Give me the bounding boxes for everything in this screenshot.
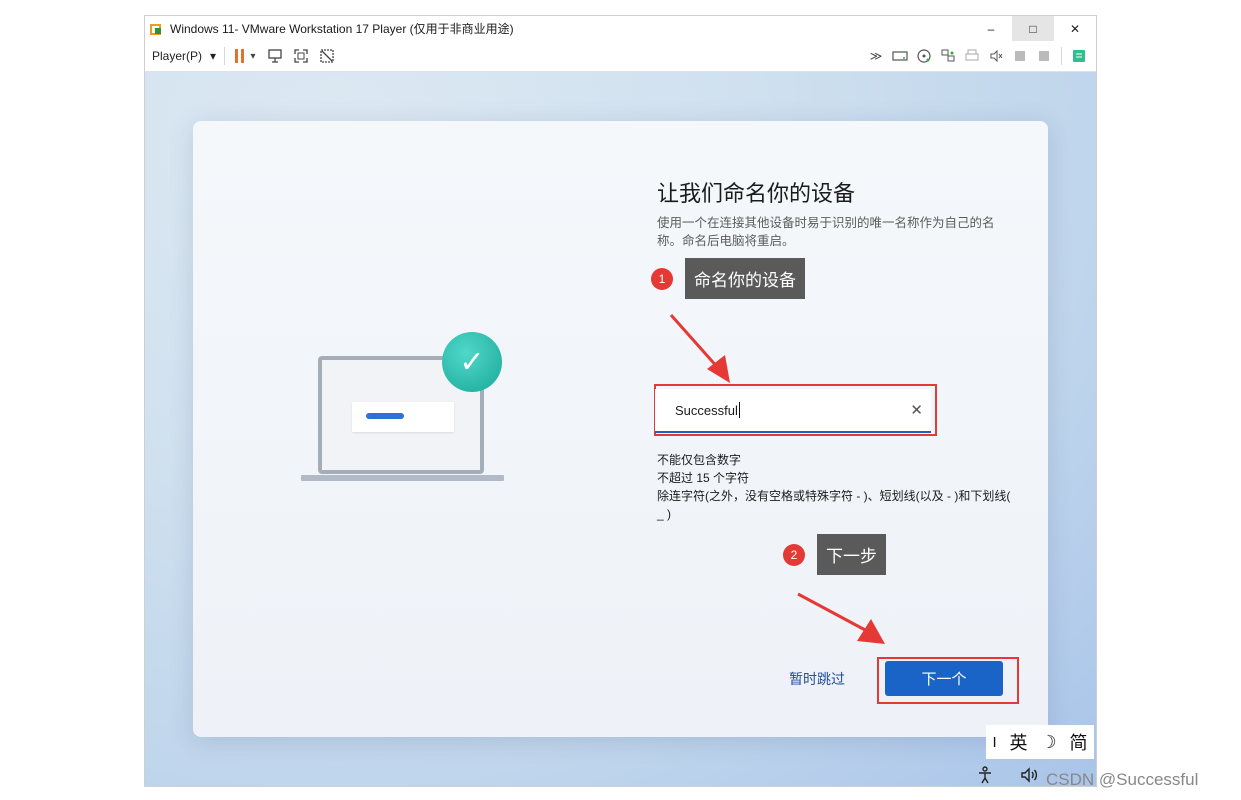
window-controls: – □ ✕	[970, 16, 1096, 41]
pause-icon[interactable]	[235, 49, 245, 63]
clear-input-icon[interactable]: ✕	[910, 401, 923, 419]
rule-item: 除连字符(之外，没有空格或特殊字符 - )、短划线(以及 - )和下划线( _ …	[657, 489, 1011, 521]
laptop-base	[301, 475, 504, 481]
cd-dvd-icon[interactable]	[913, 47, 935, 65]
player-menu-button[interactable]: Player(P) ▾	[152, 49, 216, 63]
notes-icon[interactable]	[1068, 47, 1090, 65]
device-name-value: Successful	[675, 402, 738, 418]
more-devices-icon[interactable]: ≫	[865, 47, 887, 65]
checkmark-icon: ✓	[442, 332, 502, 392]
ime-language-toggle[interactable]: 英	[1010, 729, 1028, 755]
callout-label: 下一步	[817, 534, 886, 575]
chevron-down-icon: ▾	[210, 49, 217, 63]
accessibility-icon[interactable]	[976, 766, 994, 786]
usb-device-icon[interactable]	[1009, 47, 1031, 65]
hard-disk-icon[interactable]	[889, 47, 911, 65]
rule-item: 不能仅包含数字	[657, 453, 742, 467]
usb-device-2-icon[interactable]	[1033, 47, 1055, 65]
window-title: Windows 11- VMware Workstation 17 Player…	[170, 22, 514, 36]
callout-label: 命名你的设备	[685, 258, 805, 299]
fullscreen-icon[interactable]	[292, 47, 310, 65]
minimize-button[interactable]: –	[970, 16, 1012, 41]
player-menu-label: Player(P)	[152, 49, 203, 63]
callout-2: 2 下一步	[783, 534, 886, 575]
player-toolbar: Player(P) ▾ ▾ ≫	[145, 41, 1096, 72]
dialog-card-graphic	[352, 402, 454, 432]
printer-icon[interactable]	[961, 47, 983, 65]
maximize-button[interactable]: □	[1012, 16, 1054, 41]
network-adapter-icon[interactable]	[937, 47, 959, 65]
callout-number: 2	[783, 543, 805, 566]
arrow-annotation-1	[669, 314, 730, 383]
close-button[interactable]: ✕	[1054, 16, 1096, 41]
callout-1: 1 命名你的设备	[651, 258, 805, 299]
csdn-watermark: CSDN @Successful	[1046, 770, 1199, 789]
arrow-annotation-2	[797, 592, 885, 644]
text-caret	[738, 402, 740, 418]
volume-icon[interactable]	[1019, 766, 1039, 786]
device-status-icons: ≫	[865, 41, 1090, 71]
laptop-illustration: ✓	[301, 332, 511, 501]
title-bar: Windows 11- VMware Workstation 17 Player…	[145, 16, 1096, 41]
pause-dropdown-icon[interactable]: ▾	[248, 47, 258, 65]
vmware-logo-icon	[150, 22, 164, 36]
rule-item: 不超过 15 个字符	[657, 471, 750, 485]
page-title: 让我们命名你的设备	[657, 181, 856, 206]
unity-mode-icon[interactable]	[318, 47, 336, 65]
page-description: 使用一个在连接其他设备时易于识别的唯一名称作为自己的名称。命名后电脑将重启。	[657, 216, 995, 248]
ime-cursor-indicator: I	[992, 733, 997, 751]
skip-link[interactable]: 暂时跳过	[789, 669, 845, 689]
next-button[interactable]: 下一个	[885, 661, 1003, 696]
callout-number: 1	[651, 267, 673, 290]
sound-card-icon[interactable]	[985, 47, 1007, 65]
send-ctrl-alt-del-icon[interactable]	[266, 47, 284, 65]
ime-mode-toggle[interactable]: 简	[1070, 729, 1088, 755]
guest-screen: ✓ 让我们命名你的设备 使用一个在连接其他设备时易于识别的唯一名称作为自己的名称…	[145, 72, 1096, 786]
oobe-panel: ✓ 让我们命名你的设备 使用一个在连接其他设备时易于识别的唯一名称作为自己的名称…	[193, 121, 1048, 737]
naming-rules: 不能仅包含数字 不超过 15 个字符 除连字符(之外，没有空格或特殊字符 - )…	[657, 451, 1017, 523]
toolbar-divider	[1061, 47, 1062, 65]
moon-icon[interactable]: ☽	[1040, 732, 1056, 753]
toolbar-divider	[224, 47, 226, 65]
vmware-window: Windows 11- VMware Workstation 17 Player…	[144, 15, 1097, 787]
device-name-input[interactable]: Successful ✕	[655, 389, 931, 433]
ime-toolbar: I 英 ☽ 简	[986, 725, 1094, 759]
